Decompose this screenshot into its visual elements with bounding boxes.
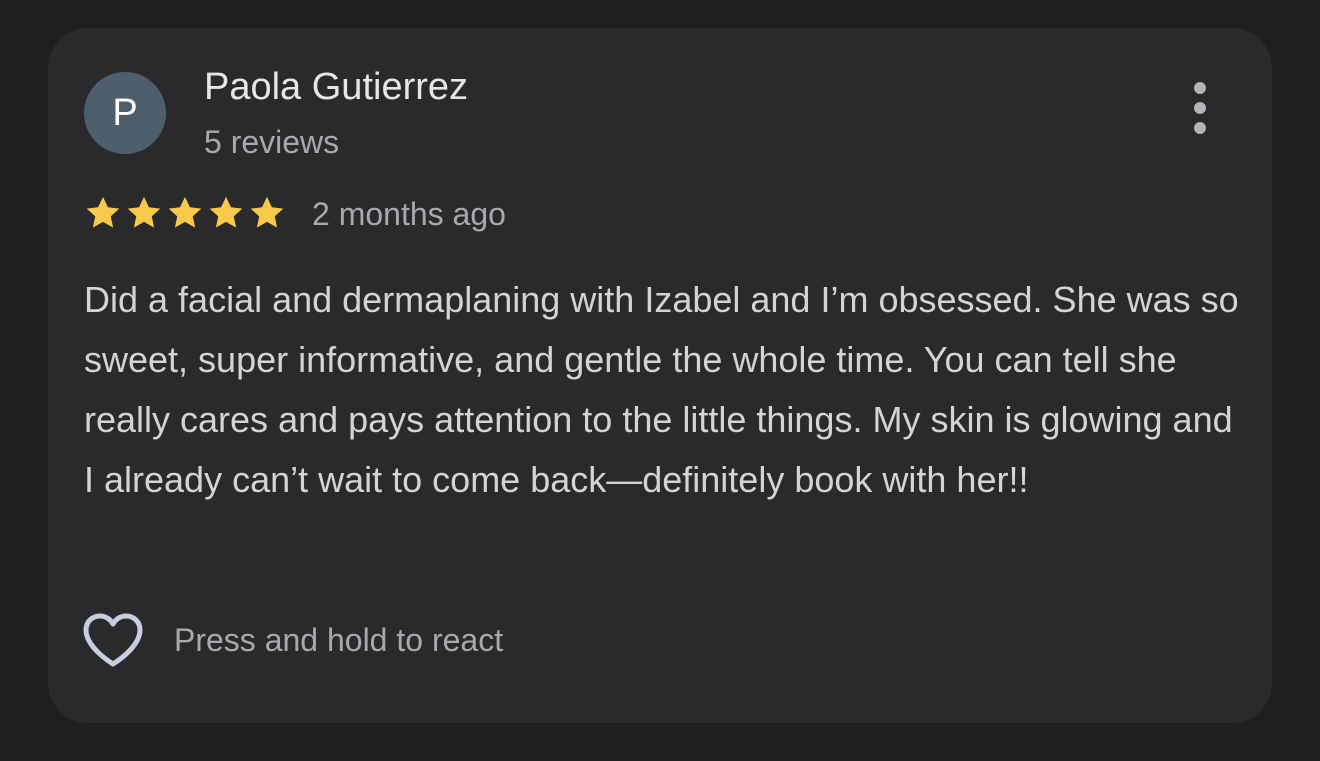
star-rating bbox=[84, 194, 286, 234]
react-hint-label: Press and hold to react bbox=[174, 622, 504, 658]
more-vert-icon-dot bbox=[1194, 102, 1206, 114]
reviewer-name[interactable]: Paola Gutierrez bbox=[204, 64, 468, 110]
react-button[interactable]: Press and hold to react bbox=[82, 612, 503, 668]
review-time: 2 months ago bbox=[312, 196, 506, 232]
star-icon bbox=[86, 196, 120, 228]
more-options-button[interactable] bbox=[1172, 80, 1228, 144]
star-icon bbox=[250, 196, 284, 228]
avatar[interactable]: P bbox=[84, 72, 166, 154]
more-vert-icon-dot bbox=[1194, 122, 1206, 134]
star-icon bbox=[127, 196, 161, 228]
star-icon bbox=[209, 196, 243, 228]
star-icon bbox=[168, 196, 202, 228]
review-text: Did a facial and dermaplaning with Izabe… bbox=[84, 279, 1239, 500]
review-count[interactable]: 5 reviews bbox=[204, 122, 339, 162]
heart-outline-icon bbox=[83, 613, 143, 667]
review-card: P Paola Gutierrez 5 reviews 2 months ago… bbox=[48, 28, 1272, 723]
more-vert-icon bbox=[1194, 82, 1206, 94]
